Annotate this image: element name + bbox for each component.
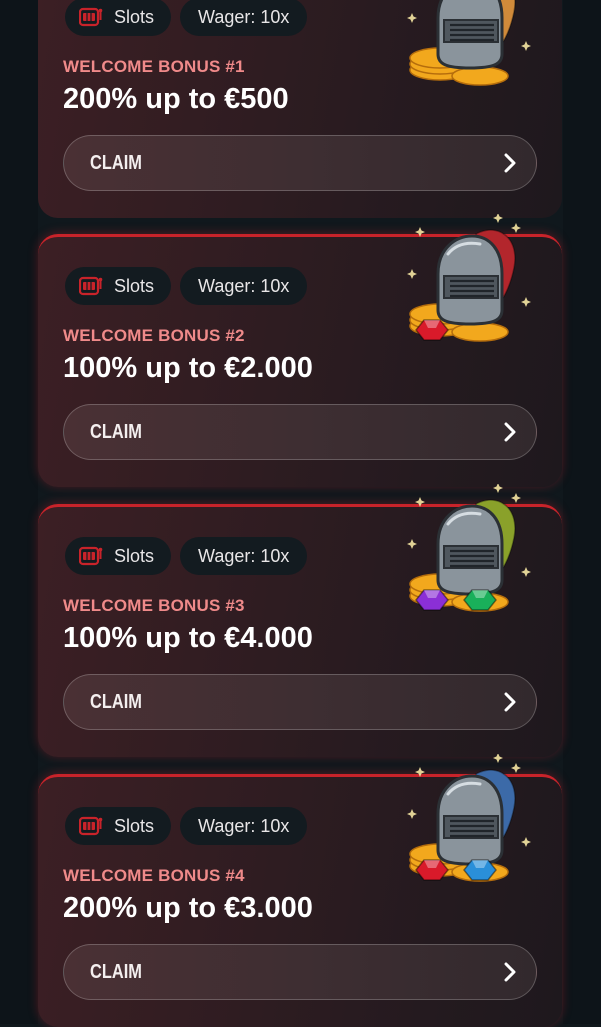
bonus-card: Slots Wager: 10x WELCOME BONUS #2 100% u… <box>38 214 562 487</box>
tag-wager: Wager: 10x <box>180 537 308 575</box>
bonus-amount: 200% up to €500 <box>63 83 289 115</box>
tag-wager-label: Wager: 10x <box>198 6 290 27</box>
tag-slots-label: Slots <box>114 275 155 296</box>
bonus-label: WELCOME BONUS #4 <box>63 866 245 885</box>
claim-label: CLAIM <box>90 690 142 713</box>
slot-machine-icon <box>79 7 103 27</box>
bonus-card: Slots Wager: 10x WELCOME BONUS #3 100% u… <box>38 484 562 757</box>
knight-helmet-coins-illustration <box>407 484 531 612</box>
bonus-card: Slots Wager: 10x WELCOME BONUS #4 200% u… <box>38 754 562 1027</box>
tag-wager: Wager: 10x <box>180 0 308 36</box>
knight-helmet-coins-illustration <box>407 214 531 342</box>
claim-button[interactable]: CLAIM <box>63 135 537 191</box>
tag-wager: Wager: 10x <box>180 267 308 305</box>
claim-button[interactable]: CLAIM <box>63 944 537 1000</box>
bonus-label: WELCOME BONUS #1 <box>63 57 245 76</box>
left-gutter <box>0 0 38 1024</box>
tag-row: Slots Wager: 10x <box>65 267 308 305</box>
tag-row: Slots Wager: 10x <box>65 537 308 575</box>
tag-wager-label: Wager: 10x <box>198 545 290 566</box>
claim-button[interactable]: CLAIM <box>63 404 537 460</box>
chevron-right-icon <box>504 962 516 982</box>
tag-slots: Slots <box>65 537 172 575</box>
right-gutter <box>563 0 601 1024</box>
tag-row: Slots Wager: 10x <box>65 807 308 845</box>
chevron-right-icon <box>504 422 516 442</box>
slot-machine-icon <box>79 546 103 566</box>
tag-slots: Slots <box>65 807 172 845</box>
slot-machine-icon <box>79 816 103 836</box>
bonus-label: WELCOME BONUS #3 <box>63 596 245 615</box>
tag-slots: Slots <box>65 267 172 305</box>
tag-slots: Slots <box>65 0 172 36</box>
tag-wager: Wager: 10x <box>180 807 308 845</box>
bonus-label: WELCOME BONUS #2 <box>63 326 245 345</box>
tag-slots-label: Slots <box>114 545 155 566</box>
knight-helmet-coins-illustration <box>407 754 531 882</box>
claim-label: CLAIM <box>90 151 142 174</box>
tag-slots-label: Slots <box>114 6 155 27</box>
bonus-card: Slots Wager: 10x WELCOME BONUS #1 200% u… <box>38 0 562 218</box>
slot-machine-icon <box>79 276 103 296</box>
knight-helmet-coins-illustration <box>407 0 531 86</box>
chevron-right-icon <box>504 692 516 712</box>
tag-wager-label: Wager: 10x <box>198 275 290 296</box>
claim-label: CLAIM <box>90 420 142 443</box>
claim-label: CLAIM <box>90 960 142 983</box>
tag-row: Slots Wager: 10x <box>65 0 308 36</box>
bonus-amount: 100% up to €4.000 <box>63 622 313 654</box>
tag-slots-label: Slots <box>114 815 155 836</box>
claim-button[interactable]: CLAIM <box>63 674 537 730</box>
bonus-amount: 100% up to €2.000 <box>63 352 313 384</box>
tag-wager-label: Wager: 10x <box>198 815 290 836</box>
chevron-right-icon <box>504 153 516 173</box>
bonus-amount: 200% up to €3.000 <box>63 892 313 924</box>
